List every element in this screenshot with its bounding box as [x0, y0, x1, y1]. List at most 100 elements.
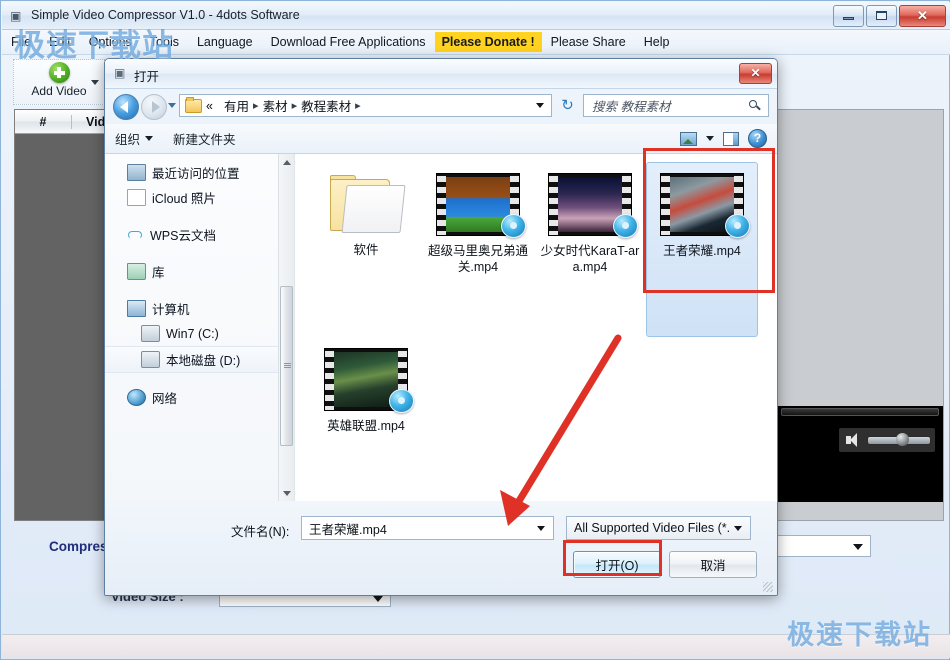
film-perforation	[325, 349, 334, 410]
nav-item-label: WPS云文档	[150, 229, 216, 243]
nav-item-libraries[interactable]: 库	[105, 259, 294, 284]
file-name-label: 王者荣耀.mp4	[663, 244, 741, 258]
nav-item-recent-places[interactable]: 最近访问的位置	[105, 160, 294, 185]
folder-open-icon: ▣	[114, 66, 126, 80]
filename-label: 文件名(N):	[231, 525, 290, 539]
recent-places-icon	[127, 164, 146, 181]
video-thumbnail	[324, 348, 414, 413]
folder-icon	[185, 96, 202, 113]
chevron-down-icon[interactable]	[537, 525, 545, 531]
nav-item-local-disk-d[interactable]: 本地磁盘 (D:)	[105, 346, 294, 373]
new-folder-button[interactable]: 新建文件夹	[163, 129, 246, 148]
nav-pane-scrollbar[interactable]	[278, 154, 294, 501]
minimize-button[interactable]	[833, 5, 864, 27]
dialog-close-button[interactable]: ✕	[739, 63, 772, 84]
folder-icon	[328, 173, 406, 235]
chevron-down-icon[interactable]	[91, 80, 99, 85]
volume-slider-thumb[interactable]	[895, 432, 909, 446]
maximize-button[interactable]	[866, 5, 897, 27]
video-reel-badge-icon	[613, 214, 638, 238]
nav-item-label: iCloud 照片	[152, 192, 216, 206]
refresh-icon[interactable]: ↻	[558, 96, 577, 115]
output-format-combo[interactable]	[773, 535, 871, 557]
help-icon[interactable]: ?	[748, 129, 767, 148]
file-item-video[interactable]: 英雄联盟.mp4	[310, 337, 422, 512]
view-mode-icon[interactable]	[680, 131, 697, 146]
menu-please-donate[interactable]: Please Donate !	[434, 32, 542, 52]
maximize-icon	[876, 11, 887, 20]
hard-drive-icon	[141, 351, 160, 368]
nav-item-network[interactable]: 网络	[105, 385, 294, 410]
nav-item-icloud-photos[interactable]: iCloud 照片	[105, 185, 294, 210]
nav-item-wps-cloud[interactable]: WPS云文档	[105, 222, 294, 247]
breadcrumb-segment-3[interactable]: 教程素材	[301, 96, 351, 115]
dialog-title: 打开	[134, 70, 160, 84]
nav-item-label: 最近访问的位置	[152, 167, 240, 181]
menu-tools[interactable]: Tools	[141, 32, 188, 52]
history-dropdown-icon[interactable]	[168, 103, 176, 108]
file-item-video[interactable]: 少女时代KaraT-ara.mp4	[534, 162, 646, 337]
nav-item-label: 库	[152, 266, 165, 280]
resize-grip[interactable]	[763, 582, 773, 592]
filename-input[interactable]: 王者荣耀.mp4	[301, 516, 554, 540]
menu-file[interactable]: File	[2, 32, 40, 52]
file-item-folder[interactable]: 软件	[310, 162, 422, 337]
seek-slider[interactable]	[781, 408, 939, 416]
forward-button[interactable]	[141, 94, 167, 120]
speaker-icon[interactable]	[839, 428, 863, 452]
nav-item-computer[interactable]: 计算机	[105, 296, 294, 321]
close-icon: ✕	[750, 66, 761, 80]
dialog-navigation-bar: « 有用 ▸ 素材 ▸ 教程素材 ▸ ↻ 搜索 教程素材	[105, 89, 777, 124]
file-list-pane[interactable]: 软件 超级马里奥兄弟通关.mp4 少女时代KaraT-ara.mp4 王者荣耀.…	[296, 154, 777, 501]
menu-help[interactable]: Help	[635, 32, 679, 52]
breadcrumb-separator	[217, 100, 220, 112]
file-name-label: 英雄联盟.mp4	[327, 419, 405, 433]
file-item-video-selected[interactable]: 王者荣耀.mp4	[646, 162, 758, 337]
computer-icon	[127, 300, 146, 317]
document-icon	[127, 189, 146, 206]
breadcrumb-segment-2[interactable]: 素材	[263, 96, 288, 115]
cloud-icon	[127, 227, 144, 242]
scrollbar-thumb[interactable]	[280, 286, 293, 446]
cancel-button[interactable]: 取消	[669, 551, 757, 578]
film-perforation	[661, 174, 670, 235]
add-video-button[interactable]: Add Video	[13, 59, 105, 105]
search-icon	[749, 99, 761, 112]
file-type-filter-value: All Supported Video Files (*.	[574, 521, 731, 535]
file-name-label: 超级马里奥兄弟通关.mp4	[427, 244, 528, 274]
menu-download-free-applications[interactable]: Download Free Applications	[262, 32, 435, 52]
chevron-down-icon[interactable]	[536, 103, 544, 108]
column-header-index: #	[15, 114, 72, 129]
menu-language[interactable]: Language	[188, 32, 262, 52]
close-button[interactable]: ✕	[899, 5, 946, 27]
menu-please-share[interactable]: Please Share	[542, 32, 635, 52]
menu-edit[interactable]: Edit	[40, 32, 80, 52]
video-reel-badge-icon	[501, 214, 526, 238]
nav-item-win7-c[interactable]: Win7 (C:)	[105, 321, 294, 346]
breadcrumb-separator: ▸	[355, 100, 361, 112]
app-titlebar: ▣ Simple Video Compressor V1.0 - 4dots S…	[2, 2, 950, 30]
folder-front	[341, 185, 406, 233]
nav-item-label: 网络	[152, 392, 178, 406]
file-type-filter-combo[interactable]: All Supported Video Files (*.	[566, 516, 751, 540]
breadcrumb-segment-1[interactable]: 有用	[224, 96, 249, 115]
volume-controls	[839, 428, 935, 452]
menu-options[interactable]: Options	[80, 32, 141, 52]
breadcrumb[interactable]: « 有用 ▸ 素材 ▸ 教程素材 ▸	[179, 94, 552, 117]
search-box[interactable]: 搜索 教程素材	[583, 94, 769, 117]
chevron-down-icon[interactable]	[706, 136, 714, 141]
back-button[interactable]	[113, 94, 139, 120]
scroll-down-icon[interactable]	[279, 485, 294, 501]
preview-pane-icon[interactable]	[723, 131, 739, 146]
file-item-video[interactable]: 超级马里奥兄弟通关.mp4	[422, 162, 534, 337]
open-button[interactable]: 打开(O)	[573, 551, 661, 578]
scroll-up-icon[interactable]	[279, 154, 294, 170]
minimize-icon	[843, 17, 854, 20]
add-video-label: Add Video	[31, 84, 87, 98]
chevron-down-icon	[853, 544, 863, 550]
volume-slider[interactable]	[867, 432, 931, 446]
video-preview-screen[interactable]	[777, 406, 943, 502]
organize-button[interactable]: 组织	[105, 129, 163, 148]
